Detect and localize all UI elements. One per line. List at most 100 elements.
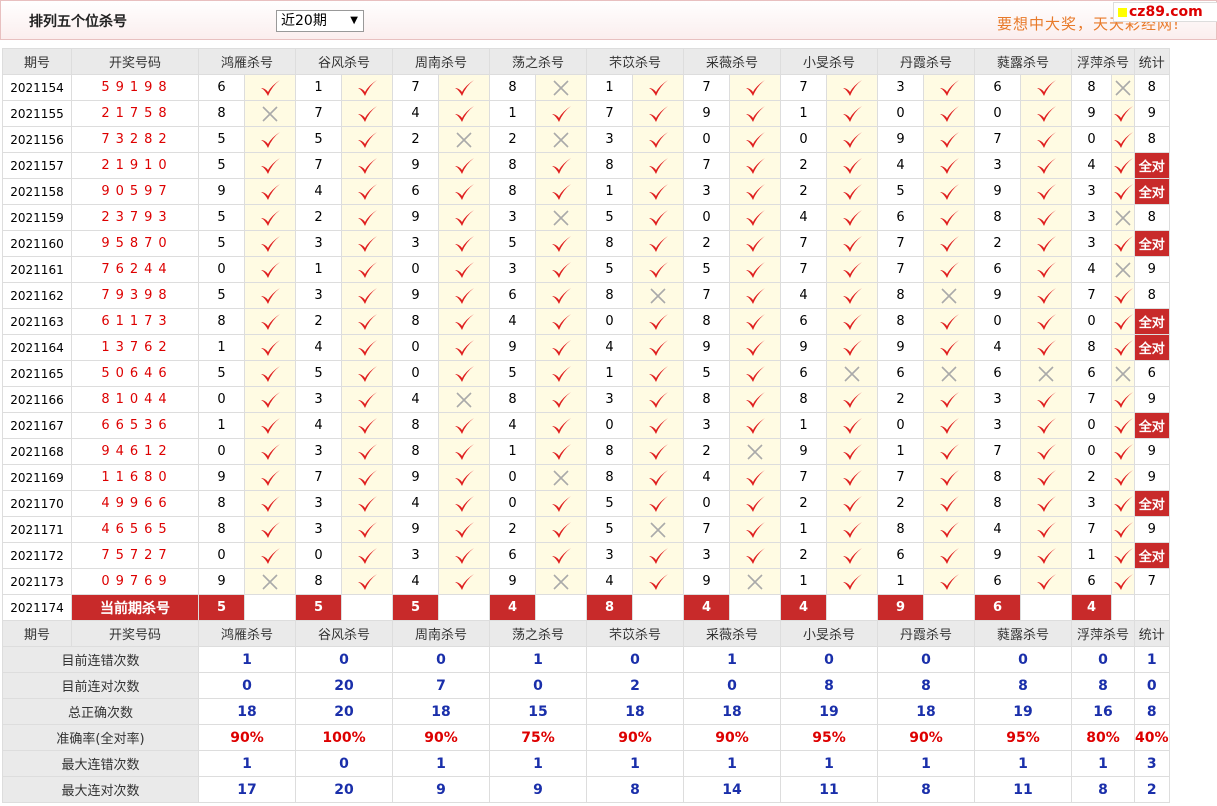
- summary-value: 95%: [780, 724, 878, 751]
- summary-value: 20: [295, 672, 393, 699]
- table-row: 2021154 59198 6 1 7 8 1 7 7 3 6 8 8: [2, 74, 1170, 101]
- check-icon: [1114, 235, 1133, 252]
- stat-cell: 6: [1134, 360, 1170, 387]
- result-mark-cell: [729, 282, 781, 309]
- issue-cell: 2021168: [2, 438, 72, 465]
- kill-number-cell: 8: [489, 152, 536, 179]
- kill-number-cell: 4: [974, 334, 1021, 361]
- kill-number-cell: 1: [295, 256, 342, 283]
- cross-icon: [941, 365, 957, 382]
- result-mark-cell: [1020, 516, 1072, 543]
- result-mark-cell: [438, 490, 490, 517]
- check-icon: [843, 495, 862, 512]
- check-icon: [261, 443, 280, 460]
- kill-number-cell: 8: [489, 178, 536, 205]
- result-mark-cell: [826, 490, 878, 517]
- check-icon: [455, 105, 474, 122]
- result-mark-cell: [535, 204, 587, 231]
- check-icon: [649, 391, 668, 408]
- check-icon: [552, 417, 571, 434]
- check-icon: [746, 469, 765, 486]
- check-icon: [1037, 183, 1056, 200]
- current-blank-cell: [1111, 594, 1135, 621]
- check-icon: [940, 183, 959, 200]
- check-icon: [746, 79, 765, 96]
- check-icon: [843, 469, 862, 486]
- draw-number-cell: 21758: [71, 100, 199, 127]
- table-row: 2021157 21910 5 7 9 8 8 7 2 4 3 4 全对: [2, 152, 1170, 179]
- kill-number-cell: 3: [1071, 178, 1112, 205]
- kill-number-cell: 5: [683, 256, 730, 283]
- kill-number-cell: 6: [974, 256, 1021, 283]
- table-row: 2021159 23793 5 2 9 3 5 0 4 6 8 3 8: [2, 204, 1170, 231]
- check-icon: [358, 417, 377, 434]
- result-mark-cell: [1020, 308, 1072, 335]
- site-logo[interactable]: cz89.com: [1113, 2, 1217, 22]
- kill-number-cell: 3: [586, 386, 633, 413]
- check-icon: [455, 495, 474, 512]
- check-icon: [358, 469, 377, 486]
- kill-number-cell: 0: [392, 360, 439, 387]
- summary-stat: 1: [1134, 646, 1170, 673]
- kill-number-cell: 9: [974, 282, 1021, 309]
- check-icon: [940, 495, 959, 512]
- result-mark-cell: [438, 464, 490, 491]
- kill-number-cell: 8: [392, 308, 439, 335]
- kill-number-cell: 3: [392, 542, 439, 569]
- kill-number-cell: 2: [683, 230, 730, 257]
- check-icon: [649, 79, 668, 96]
- draw-number-cell: 61173: [71, 308, 199, 335]
- result-mark-cell: [535, 542, 587, 569]
- check-icon: [940, 235, 959, 252]
- result-mark-cell: [729, 204, 781, 231]
- kill-number-cell: 2: [877, 490, 924, 517]
- check-icon: [358, 339, 377, 356]
- check-icon: [1037, 261, 1056, 278]
- result-mark-cell: [923, 386, 975, 413]
- result-mark-cell: [1111, 438, 1135, 465]
- kill-number-cell: 0: [683, 204, 730, 231]
- summary-value: 90%: [683, 724, 781, 751]
- check-icon: [358, 547, 377, 564]
- check-icon: [649, 547, 668, 564]
- result-mark-cell: [826, 282, 878, 309]
- result-mark-cell: [632, 126, 684, 153]
- check-icon: [843, 209, 862, 226]
- kill-number-cell: 9: [198, 178, 245, 205]
- kill-number-cell: 5: [877, 178, 924, 205]
- check-icon: [843, 287, 862, 304]
- check-icon: [1037, 443, 1056, 460]
- kill-number-cell: 7: [877, 464, 924, 491]
- check-icon: [1114, 469, 1133, 486]
- draw-number-cell: 09769: [71, 568, 199, 595]
- kill-number-cell: 5: [295, 126, 342, 153]
- kill-number-cell: 9: [683, 100, 730, 127]
- kill-number-cell: 2: [780, 542, 827, 569]
- period-select[interactable]: 近20期 ▼: [276, 10, 364, 32]
- kill-number-cell: 5: [198, 204, 245, 231]
- summary-value: 1: [489, 646, 587, 673]
- check-icon: [552, 313, 571, 330]
- kill-number-cell: 0: [586, 412, 633, 439]
- summary-value: 0: [295, 646, 393, 673]
- stat-cell: 9: [1134, 100, 1170, 127]
- summary-value: 18: [586, 698, 684, 725]
- kill-number-cell: 0: [198, 438, 245, 465]
- check-icon: [1037, 105, 1056, 122]
- result-mark-cell: [632, 542, 684, 569]
- kill-number-cell: 9: [877, 334, 924, 361]
- result-mark-cell: [438, 542, 490, 569]
- current-blank-cell: [729, 594, 781, 621]
- cross-icon: [747, 443, 763, 460]
- footer-header-col-4: 周南杀号: [392, 620, 490, 647]
- check-icon: [1114, 287, 1133, 304]
- kill-number-cell: 7: [974, 126, 1021, 153]
- check-icon: [358, 521, 377, 538]
- result-mark-cell: [729, 178, 781, 205]
- check-icon: [1037, 573, 1056, 590]
- stat-cell: 8: [1134, 74, 1170, 101]
- result-mark-cell: [535, 412, 587, 439]
- check-icon: [940, 417, 959, 434]
- kill-number-cell: 6: [1071, 360, 1112, 387]
- summary-label: 目前连对次数: [2, 672, 199, 699]
